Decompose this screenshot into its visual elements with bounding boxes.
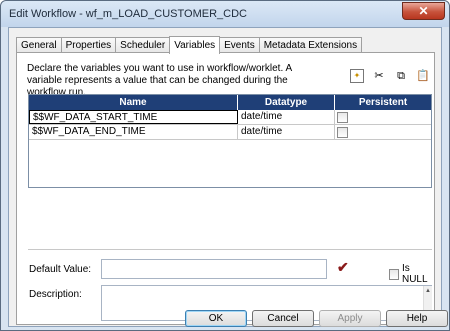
is-null-checkbox[interactable]	[389, 268, 399, 280]
edit-workflow-dialog: Edit Workflow - wf_m_LOAD_CUSTOMER_CDC ✕…	[0, 0, 450, 331]
tab-metadata-extensions[interactable]: Metadata Extensions	[258, 37, 363, 53]
help-button[interactable]: Help	[386, 310, 448, 327]
is-null-label: Is NULL	[401, 263, 428, 285]
persistent-checkbox[interactable]	[337, 112, 348, 123]
tab-general[interactable]: General	[16, 37, 62, 53]
table-row[interactable]: $$WF_DATA_START_TIME date/time	[29, 110, 431, 125]
cancel-button[interactable]: Cancel	[252, 310, 314, 327]
divider	[28, 249, 432, 250]
default-value-label: Default Value:	[29, 264, 92, 275]
tab-properties[interactable]: Properties	[60, 37, 117, 53]
is-null-toggle[interactable]: Is NULL	[389, 263, 434, 285]
tab-strip: General Properties Scheduler Variables E…	[16, 36, 363, 54]
ok-button[interactable]: OK	[185, 310, 247, 327]
table-row[interactable]: $$WF_DATA_END_TIME date/time	[29, 125, 431, 140]
close-button[interactable]: ✕	[402, 2, 445, 20]
column-header-datatype[interactable]: Datatype	[238, 95, 335, 110]
grid-header: Name Datatype Persistent	[29, 95, 431, 110]
tab-scheduler[interactable]: Scheduler	[115, 37, 171, 53]
column-header-name[interactable]: Name	[29, 95, 238, 110]
cut-icon[interactable]: ✂	[372, 69, 386, 83]
description-label: Description:	[29, 289, 82, 300]
variable-name-cell[interactable]: $$WF_DATA_START_TIME	[29, 110, 238, 124]
variable-datatype-cell[interactable]: date/time	[238, 125, 335, 139]
variable-datatype-cell[interactable]: date/time	[238, 110, 335, 124]
variables-panel: Declare the variables you want to use in…	[16, 52, 435, 325]
default-value-input[interactable]	[101, 259, 327, 279]
variables-grid: Name Datatype Persistent $$WF_DATA_START…	[28, 94, 432, 188]
tab-variables[interactable]: Variables	[169, 36, 221, 54]
window-title: Edit Workflow - wf_m_LOAD_CUSTOMER_CDC	[9, 8, 247, 20]
dialog-body: General Properties Scheduler Variables E…	[8, 27, 442, 327]
column-header-persistent[interactable]: Persistent	[335, 95, 431, 110]
validate-checkmark-icon[interactable]: ✔	[337, 258, 353, 276]
persistent-cell	[335, 125, 431, 139]
apply-button[interactable]: Apply	[319, 310, 381, 327]
scroll-up-icon[interactable]: ▲	[425, 288, 431, 294]
close-icon: ✕	[418, 4, 429, 18]
paste-icon[interactable]: 📋	[416, 69, 430, 83]
new-variable-icon[interactable]: ✦	[350, 69, 364, 83]
tab-events[interactable]: Events	[219, 37, 260, 53]
variable-name-cell[interactable]: $$WF_DATA_END_TIME	[29, 125, 238, 139]
persistent-checkbox[interactable]	[337, 127, 348, 138]
persistent-cell	[335, 110, 431, 124]
title-bar[interactable]: Edit Workflow - wf_m_LOAD_CUSTOMER_CDC ✕	[1, 1, 449, 27]
copy-icon[interactable]: ⧉	[394, 69, 408, 83]
